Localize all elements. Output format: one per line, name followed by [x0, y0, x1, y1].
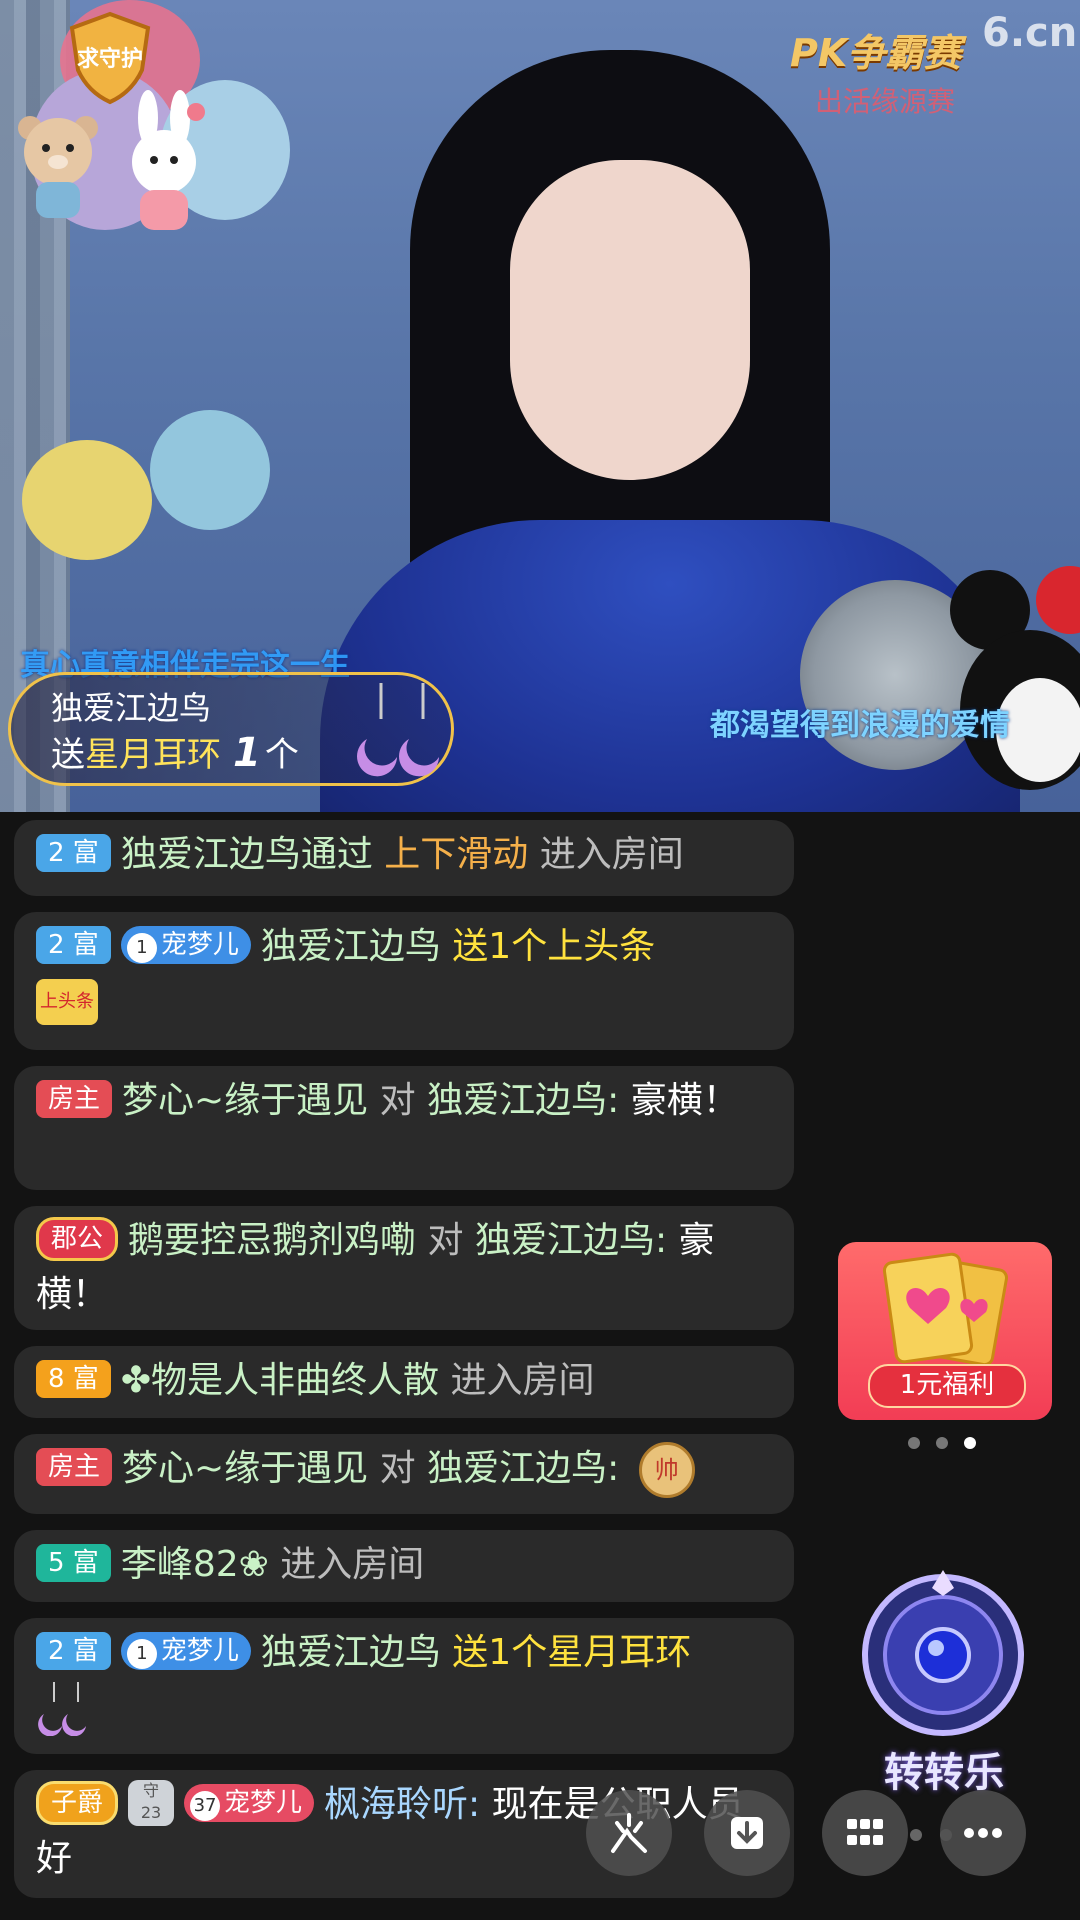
pet-badge: 1 宠梦儿 — [120, 926, 251, 964]
chat-username[interactable]: 李峰82❀ — [121, 1544, 269, 1585]
fire-icon — [611, 1813, 647, 1853]
chat-message: 房主 梦心~缘于遇见 对 独爱江边鸟: 帅 — [14, 1434, 794, 1514]
lyric-caption-right: 都渴望得到浪漫的爱情 — [710, 708, 1010, 743]
wheel-label[interactable]: 转转乐 — [854, 1740, 1034, 1798]
gift-sender: 独爱江边鸟 — [51, 689, 212, 727]
svg-text:求守护: 求守护 — [77, 46, 143, 72]
gift-name: 星月耳环 — [85, 735, 221, 775]
chat-message: 2 富 1 宠梦儿 独爱江边鸟 送1个星月耳环 — [14, 1618, 794, 1754]
headline-gift-icon: 上头条 — [36, 979, 98, 1025]
pet-badge: 1 宠梦儿 — [120, 1632, 251, 1670]
shield-guard-icon[interactable]: 求守护 — [62, 10, 158, 106]
chat-message: 8 富 ✤物是人非曲终人散 进入房间 — [14, 1346, 794, 1418]
live-video[interactable]: 求守护 PK争霸赛 出活缘源赛 6.cn 真心真意相伴走完这一生 都渴望得到浪漫… — [0, 0, 1080, 812]
fire-button[interactable] — [586, 1790, 672, 1876]
streamer-face — [510, 160, 750, 480]
guard-shield-icon: 守 23 — [128, 1780, 175, 1826]
balloon-yellow — [22, 440, 152, 560]
more-icon — [964, 1828, 1002, 1838]
wealth-level-badge: 8 富 — [36, 1360, 111, 1398]
pet-badge: 37 宠梦儿 — [184, 1784, 315, 1822]
chat-message: 2 富 1 宠梦儿 独爱江边鸟 送1个上头条 上头条 — [14, 912, 794, 1050]
gift-description: 送星月耳环 1 个 — [51, 730, 299, 776]
pk-event-subtitle: 出活缘源赛 — [815, 85, 956, 118]
download-button[interactable] — [704, 1790, 790, 1876]
gift-notification-banner: 独爱江边鸟 送星月耳环 1 个 — [8, 672, 454, 786]
wheel-icon[interactable] — [858, 1570, 1028, 1740]
bear-doll-icon — [18, 116, 98, 218]
chat-message: 5 富李峰82❀ 进入房间 — [14, 1530, 794, 1602]
host-badge: 房主 — [36, 1080, 113, 1118]
gift-count: 1 — [233, 730, 261, 776]
pk-event-logo[interactable]: PK争霸赛 — [790, 22, 961, 77]
noble-badge: 郡公 — [36, 1217, 119, 1261]
wealth-level-badge: 5 富 — [36, 1544, 111, 1582]
chat-username[interactable]: 梦心~缘于遇见 — [122, 1448, 368, 1489]
mickey-doll-icon — [950, 566, 1080, 790]
chat-username[interactable]: 枫海聆听: — [324, 1784, 480, 1825]
promo-banner[interactable]: 1元福利 — [838, 1242, 1052, 1420]
chat-username[interactable]: 鹅要控忌鹅剂鸡嘞 — [128, 1220, 416, 1261]
noble-badge: 子爵 — [36, 1781, 119, 1825]
chat-username[interactable]: 独爱江边鸟 — [261, 926, 441, 967]
chat-message: 子爵守 23 37 宠梦儿 枫海聆听: 现在是公职人员好 — [14, 1770, 794, 1898]
chat-username[interactable]: 梦心~缘于遇见 — [122, 1080, 368, 1121]
earring-icon — [38, 1682, 86, 1736]
host-badge: 房主 — [36, 1448, 113, 1486]
promo-pager — [908, 1434, 992, 1453]
chat-username[interactable]: 独爱江边鸟 — [261, 1632, 441, 1673]
chat-message: 郡公 鹅要控忌鹅剂鸡嘞 对 独爱江边鸟: 豪横！ — [14, 1206, 794, 1330]
chess-emoji-icon: 帅 — [638, 1442, 695, 1498]
chat-message: 房主 梦心~缘于遇见 对 独爱江边鸟: 豪横！ — [14, 1066, 794, 1190]
apps-button[interactable] — [822, 1790, 908, 1876]
more-button[interactable] — [940, 1790, 1026, 1876]
promo-label: 1元福利 — [868, 1364, 1026, 1408]
chat-username[interactable]: ✤物是人非曲终人散 — [121, 1360, 439, 1401]
site-watermark: 6.cn — [982, 10, 1078, 56]
grid-icon — [847, 1819, 883, 1845]
wealth-level-badge: 2 富 — [36, 1632, 111, 1670]
download-icon — [731, 1817, 763, 1849]
wealth-level-badge: 2 富 — [36, 834, 111, 872]
cards-icon — [882, 1252, 1008, 1367]
chat-message: 2 富独爱江边鸟通过 上下滑动 进入房间 — [14, 820, 794, 896]
chat-username[interactable]: 独爱江边鸟 — [121, 834, 301, 875]
wealth-level-badge: 2 富 — [36, 926, 111, 964]
earring-icon — [357, 683, 439, 777]
